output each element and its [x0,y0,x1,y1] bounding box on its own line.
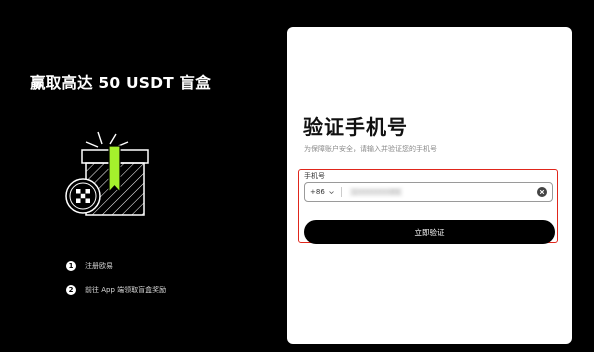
step-text: 注册欧易 [85,262,113,270]
country-code-select[interactable]: +86 [310,188,325,196]
field-divider [340,187,342,197]
step-number: 1 [66,261,76,271]
phone-label: 手机号 [304,172,325,180]
promo-title: 赢取高达 50 USDT 盲盒 [30,74,211,92]
verify-now-button[interactable]: 立即验证 [304,220,555,244]
phone-input[interactable]: +86 1••••••••89 [304,182,553,202]
step-number: 2 [66,285,76,295]
card-title: 验证手机号 [303,115,408,139]
card-subtitle: 为保障账户安全，请输入并验证您的手机号 [304,145,437,153]
clear-icon[interactable] [537,187,547,197]
steps-list: 1 注册欧易 2 前往 App 端领取盲盒奖励 [66,259,166,307]
verify-card: 验证手机号 为保障账户安全，请输入并验证您的手机号 手机号 +86 1•••••… [287,27,572,344]
phone-number-value[interactable]: 1••••••••89 [349,188,403,196]
chevron-down-icon[interactable] [329,190,334,195]
step-item: 2 前往 App 端领取盲盒奖励 [66,283,166,297]
gift-box-icon [65,131,149,216]
step-item: 1 注册欧易 [66,259,166,273]
step-text: 前往 App 端领取盲盒奖励 [85,286,167,294]
